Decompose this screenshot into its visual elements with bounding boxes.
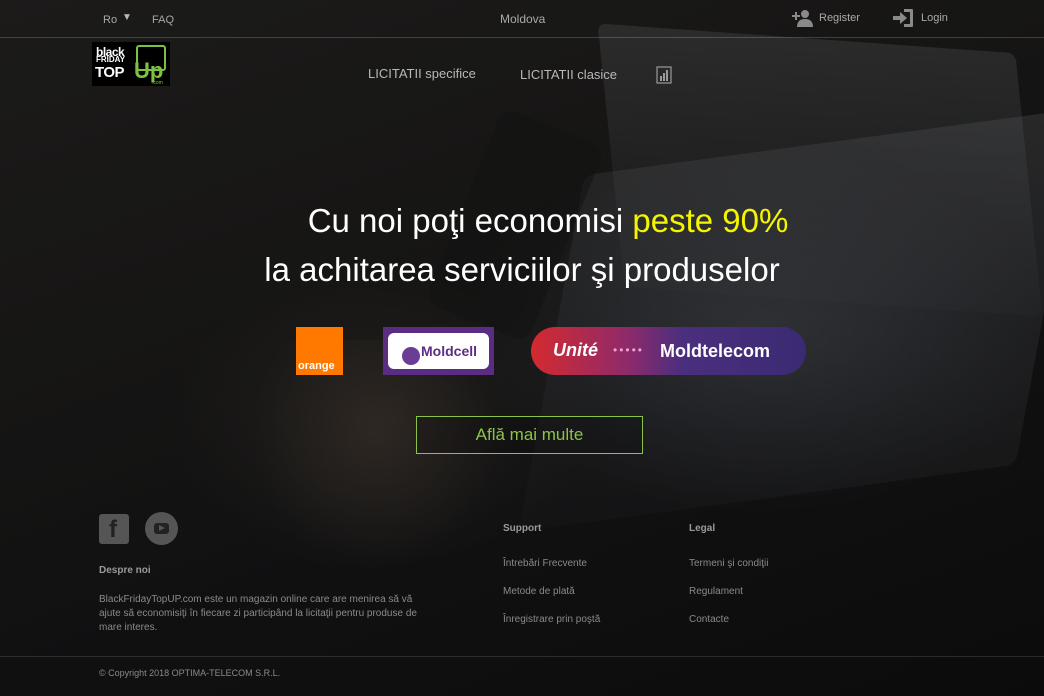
legal-title: Legal xyxy=(689,523,716,534)
moldcell-icon xyxy=(402,347,420,365)
dots-decoration: ••••• xyxy=(613,343,645,357)
support-link-post[interactable]: Înregistrare prin poştă xyxy=(503,614,600,625)
youtube-icon[interactable] xyxy=(145,512,178,545)
register-link[interactable]: Register xyxy=(819,12,860,24)
top-bar: Ro ▼ FAQ Moldova Register Login xyxy=(0,0,1044,38)
moldtelecom-logo[interactable]: Unité ••••• Moldtelecom xyxy=(531,327,806,375)
faq-link[interactable]: FAQ xyxy=(152,14,174,26)
add-user-icon[interactable] xyxy=(792,9,814,27)
copyright-text: © Copyright 2018 OPTIMA-TELECOM S.R.L. xyxy=(99,668,281,678)
facebook-icon[interactable]: f xyxy=(99,514,129,544)
caret-down-icon[interactable]: ▼ xyxy=(122,12,132,23)
nav-licitatii-specifice[interactable]: LICITATII specifice xyxy=(368,66,476,81)
hero-headline-line1: Cu noi poţi economisi peste 90% xyxy=(307,202,789,239)
support-link-faq[interactable]: Întrebări Frecvente xyxy=(503,558,587,569)
nav-licitatii-clasice[interactable]: LICITATII clasice xyxy=(520,67,617,82)
hero-headline-line2: la achitarea serviciilor şi produselor xyxy=(264,251,780,288)
about-title: Despre noi xyxy=(99,565,151,576)
chart-icon[interactable] xyxy=(656,66,672,84)
footer-divider xyxy=(0,656,1044,657)
moldcell-logo[interactable]: Moldcell xyxy=(383,327,494,375)
learn-more-button[interactable]: Află mai multe xyxy=(416,416,643,454)
legal-link-terms[interactable]: Termeni şi condiţii xyxy=(689,558,768,569)
legal-link-contacts[interactable]: Contacte xyxy=(689,614,729,625)
support-link-payment[interactable]: Metode de plată xyxy=(503,586,575,597)
login-icon[interactable] xyxy=(892,8,914,28)
about-text: BlackFridayTopUP.com este un magazin onl… xyxy=(99,594,417,633)
legal-link-rules[interactable]: Regulament xyxy=(689,586,743,597)
login-link[interactable]: Login xyxy=(921,12,948,24)
site-logo[interactable]: black FRIDAY TOP Up .com xyxy=(92,42,170,86)
hero-highlight: peste 90% xyxy=(632,202,789,239)
orange-logo[interactable]: orange xyxy=(296,327,343,375)
region-label: Moldova xyxy=(500,12,546,26)
language-selector[interactable]: Ro xyxy=(103,14,117,26)
support-title: Support xyxy=(503,523,542,534)
